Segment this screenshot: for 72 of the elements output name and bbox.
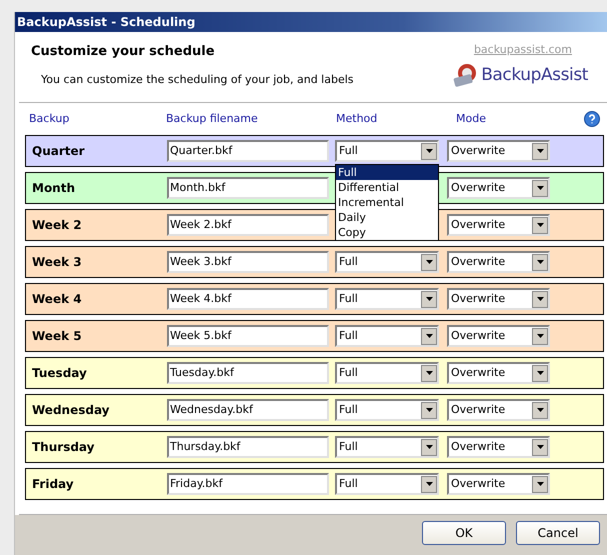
- header-subtitle: You can customize the scheduling of your job, and labels: [41, 72, 354, 88]
- dropdown-option[interactable]: Copy: [336, 225, 438, 240]
- filename-field[interactable]: Week 5.bkf: [167, 325, 329, 347]
- mode-dropdown[interactable]: Overwrite: [447, 473, 550, 495]
- filename-field[interactable]: Thursday.bkf: [167, 436, 329, 458]
- dropdown-arrow-icon: [536, 482, 544, 486]
- method-dropdown[interactable]: Full: [335, 436, 439, 458]
- method-dropdown[interactable]: Full: [335, 251, 439, 273]
- column-header: Method: [336, 110, 378, 127]
- dropdown-option[interactable]: Full: [336, 165, 438, 180]
- dropdown-option[interactable]: Differential: [336, 180, 438, 195]
- filename-field[interactable]: Week 3.bkf: [167, 251, 329, 273]
- dropdown-arrow-icon: [426, 371, 432, 375]
- dropdown-arrow-icon: [536, 223, 544, 227]
- dropdown-arrow-icon: [536, 334, 544, 338]
- window-title: BackupAssist - Scheduling: [17, 14, 196, 31]
- backup-label: Tuesday: [31, 365, 88, 382]
- column-header: Backup filename: [166, 110, 259, 127]
- backup-label: Wednesday: [31, 402, 111, 419]
- method-dropdown[interactable]: Full: [335, 473, 439, 495]
- mode-dropdown[interactable]: Overwrite: [447, 140, 550, 162]
- dropdown-arrow-icon: [426, 482, 432, 486]
- dropdown-arrow-icon: [426, 149, 432, 153]
- header-title: Customize your schedule: [31, 43, 216, 61]
- dialog-button[interactable]: Cancel: [516, 521, 600, 545]
- filename-field[interactable]: Friday.bkf: [167, 473, 329, 495]
- filename-field[interactable]: Quarter.bkf: [167, 140, 329, 162]
- filename-field[interactable]: Wednesday.bkf: [167, 399, 329, 421]
- method-dropdown[interactable]: Full: [335, 362, 439, 384]
- column-header: Backup: [28, 110, 70, 127]
- column-header: Mode: [456, 110, 487, 127]
- backup-label: Month: [31, 180, 76, 197]
- backup-label: Week 5: [31, 328, 83, 345]
- dropdown-arrow-icon: [426, 260, 432, 264]
- filename-field[interactable]: Month.bkf: [167, 177, 329, 199]
- dropdown-arrow-icon: [536, 408, 544, 412]
- mode-dropdown[interactable]: Overwrite: [447, 325, 550, 347]
- dropdown-arrow-icon: [536, 186, 544, 190]
- filename-field[interactable]: Week 4.bkf: [167, 288, 329, 310]
- backup-label: Week 2: [31, 217, 83, 234]
- dropdown-arrow-icon: [426, 445, 432, 449]
- backup-label: Friday: [31, 476, 75, 493]
- mode-dropdown[interactable]: Overwrite: [447, 436, 550, 458]
- filename-field[interactable]: Week 2.bkf: [167, 214, 329, 236]
- dropdown-arrow-icon: [426, 334, 432, 338]
- mode-dropdown[interactable]: Overwrite: [447, 399, 550, 421]
- dropdown-arrow-icon: [536, 297, 544, 301]
- backup-label: Thursday: [31, 439, 96, 456]
- dropdown-option[interactable]: Daily: [336, 210, 438, 225]
- mode-dropdown[interactable]: Overwrite: [447, 362, 550, 384]
- help-icon[interactable]: [584, 111, 600, 127]
- dropdown-arrow-icon: [536, 149, 544, 153]
- method-dropdown[interactable]: Full: [335, 140, 439, 162]
- backup-label: Week 4: [31, 291, 83, 308]
- dropdown-arrow-icon: [426, 297, 432, 301]
- dropdown-arrow-icon: [536, 260, 544, 264]
- dropdown-arrow-icon: [536, 445, 544, 449]
- filename-field[interactable]: Tuesday.bkf: [167, 362, 329, 384]
- method-dropdown[interactable]: Full: [335, 325, 439, 347]
- mode-dropdown[interactable]: Overwrite: [447, 214, 550, 236]
- backup-label: Quarter: [31, 143, 86, 160]
- mode-dropdown[interactable]: Overwrite: [447, 177, 550, 199]
- method-dropdown[interactable]: Full: [335, 399, 439, 421]
- dropdown-arrow-icon: [426, 408, 432, 412]
- dropdown-option[interactable]: Incremental: [336, 195, 438, 210]
- dropdown-arrow-icon: [536, 371, 544, 375]
- backup-label: Week 3: [31, 254, 83, 271]
- logo-text: BackupAssist: [481, 64, 588, 86]
- mode-dropdown[interactable]: Overwrite: [447, 288, 550, 310]
- method-dropdown[interactable]: Full: [335, 288, 439, 310]
- dialog-button[interactable]: OK: [422, 521, 506, 545]
- mode-dropdown[interactable]: Overwrite: [447, 251, 550, 273]
